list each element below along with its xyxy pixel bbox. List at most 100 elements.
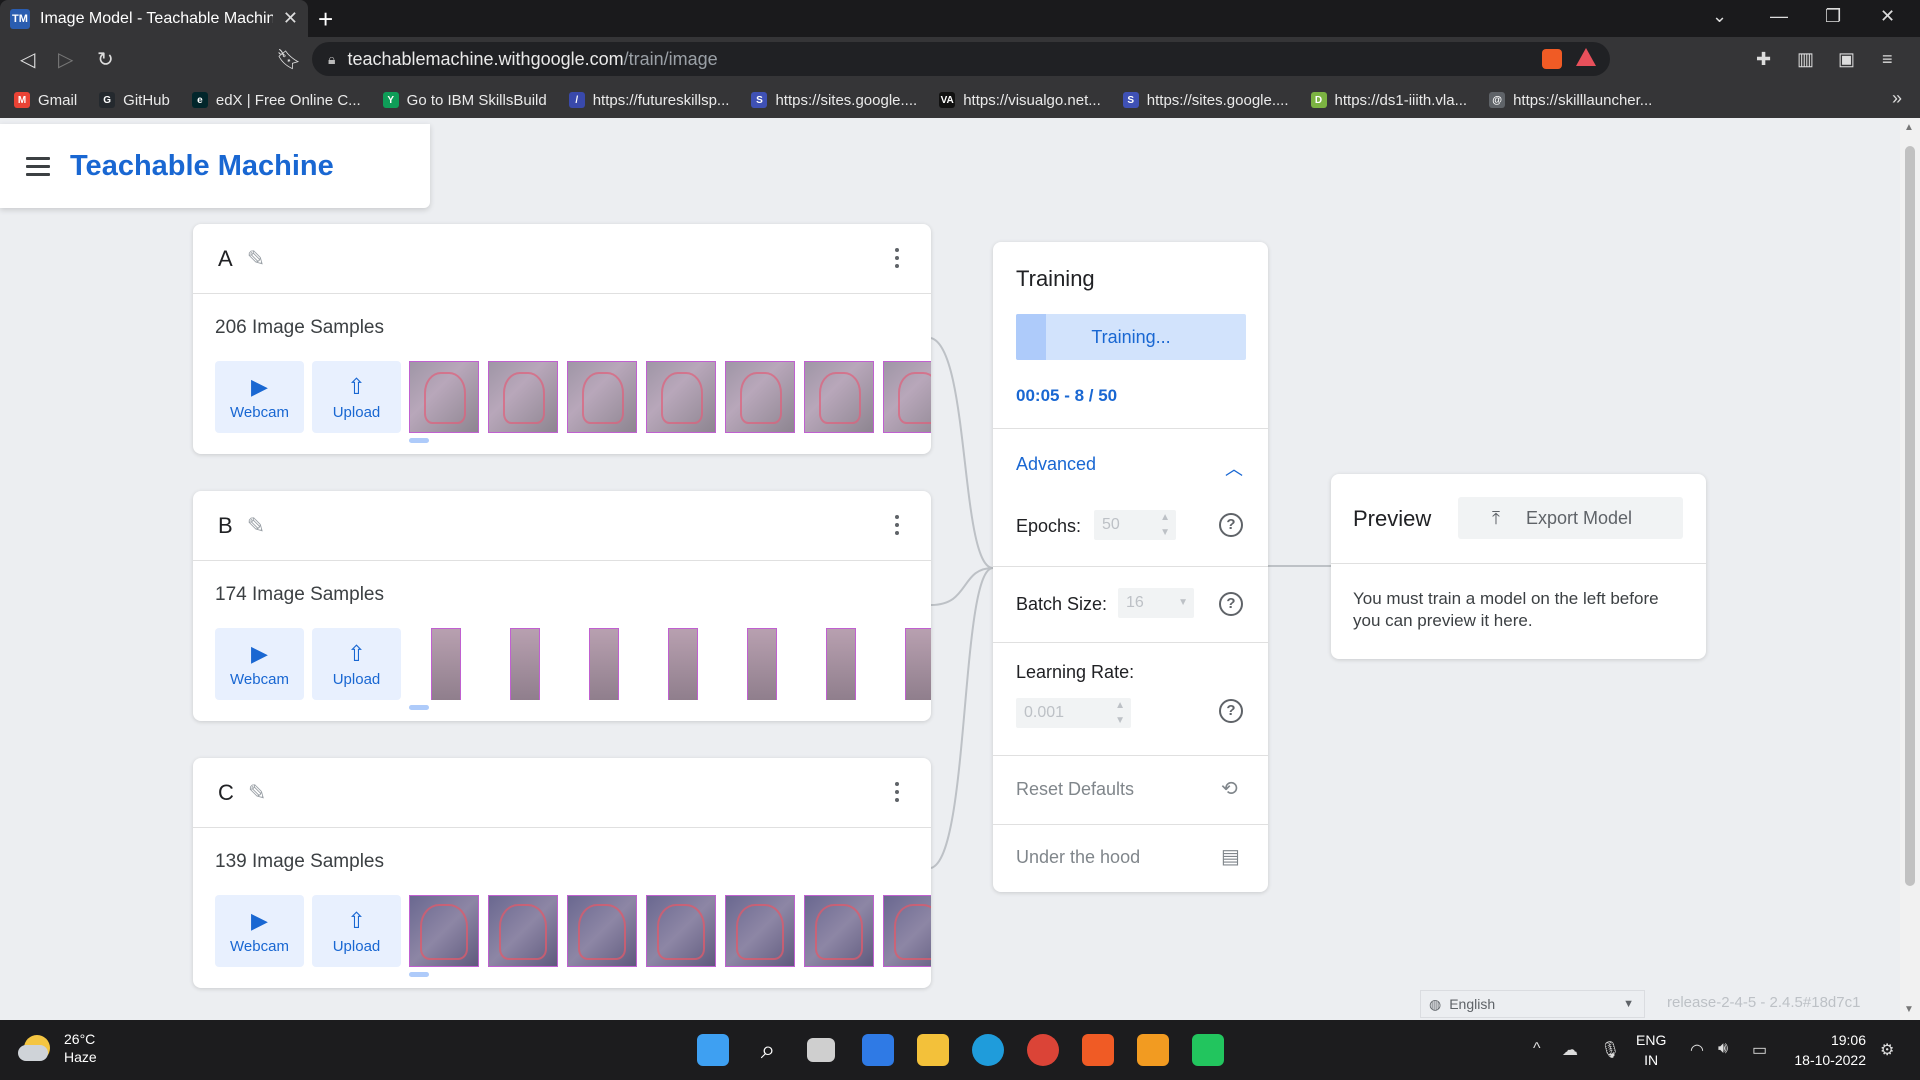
sample-thumbnail[interactable] <box>883 895 931 967</box>
train-model-button[interactable]: Training... <box>1016 314 1246 360</box>
stepper-icon[interactable]: ▲ ▼ <box>1115 698 1125 728</box>
sample-thumbnails[interactable] <box>409 895 931 967</box>
batch-size-select[interactable]: 16 ▼ <box>1118 588 1194 618</box>
tab-search-icon[interactable]: ⌄ <box>1712 6 1727 27</box>
export-model-button[interactable]: ⤒ Export Model <box>1458 497 1683 539</box>
microphone-icon[interactable]: 🎙︎ <box>1600 1040 1620 1060</box>
thumbnail-scroll-indicator[interactable] <box>409 438 429 443</box>
new-tab-icon[interactable]: + <box>318 4 333 35</box>
task-view-icon[interactable] <box>807 1038 835 1062</box>
sample-thumbnail[interactable] <box>488 895 558 967</box>
sample-thumbnail[interactable] <box>883 628 931 700</box>
show-hidden-icons-icon[interactable]: ^ <box>1533 1040 1541 1058</box>
forward-icon[interactable]: ▷ <box>58 47 73 72</box>
sample-thumbnail[interactable] <box>409 895 479 967</box>
advanced-toggle[interactable]: Advanced <box>1016 454 1096 475</box>
bookmark-item[interactable]: @ https://skilllauncher... <box>1489 92 1652 109</box>
edge-icon[interactable] <box>972 1034 1004 1066</box>
address-bar[interactable]: 🔒︎ teachablemachine.withgoogle.com/train… <box>312 42 1610 76</box>
sample-thumbnail[interactable] <box>804 361 874 433</box>
scrollbar-thumb[interactable] <box>1905 146 1915 886</box>
bookmark-item[interactable]: Shttps://sites.google.... <box>751 92 917 109</box>
brave-rewards-icon[interactable] <box>1576 48 1596 66</box>
app-title[interactable]: Teachable Machine <box>70 150 334 183</box>
bookmark-item[interactable]: VA https://visualgo.net... <box>939 92 1101 109</box>
scroll-down-icon[interactable]: ▼ <box>1904 1004 1914 1015</box>
chrome-icon[interactable] <box>1027 1034 1059 1066</box>
sample-thumbnail[interactable] <box>646 895 716 967</box>
reset-defaults-button[interactable]: Reset Defaults <box>1016 779 1134 800</box>
onedrive-icon[interactable]: ☁ <box>1562 1040 1578 1060</box>
edit-pencil-icon[interactable]: ✎ <box>247 246 265 272</box>
extensions-icon[interactable]: ✚ <box>1756 49 1771 70</box>
hamburger-menu-icon[interactable] <box>26 156 50 176</box>
webcam-button[interactable]: ▶︎ Webcam <box>215 895 304 967</box>
class-name[interactable]: B <box>218 513 233 539</box>
thumbnail-scroll-indicator[interactable] <box>409 972 429 977</box>
thumbnail-scroll-indicator[interactable] <box>409 705 429 710</box>
reload-icon[interactable]: ↻ <box>97 47 114 72</box>
sample-thumbnail[interactable] <box>567 895 637 967</box>
language-select[interactable]: ◍ English ▼ <box>1420 990 1645 1018</box>
learning-rate-help-icon[interactable]: ? <box>1219 699 1243 723</box>
webcam-button[interactable]: ▶︎ Webcam <box>215 361 304 433</box>
brave-shields-icon[interactable] <box>1542 49 1562 69</box>
close-tab-icon[interactable]: ✕ <box>283 8 298 29</box>
sample-thumbnail[interactable] <box>488 361 558 433</box>
upload-button[interactable]: ⇧ Upload <box>312 895 401 967</box>
sample-thumbnail[interactable] <box>646 361 716 433</box>
scroll-up-icon[interactable]: ▲ <box>1904 122 1914 133</box>
chevron-up-icon[interactable]: ︿ <box>1225 455 1243 481</box>
sample-thumbnail[interactable] <box>804 628 874 700</box>
sample-thumbnail[interactable] <box>488 628 558 700</box>
epochs-help-icon[interactable]: ? <box>1219 513 1243 537</box>
bookmark-item[interactable]: Dhttps://ds1-iiith.vla... <box>1310 92 1467 109</box>
weather-widget[interactable]: 26°C Haze <box>18 1030 97 1066</box>
sample-thumbnails[interactable] <box>409 361 931 433</box>
sample-thumbnail[interactable] <box>725 895 795 967</box>
bookmark-item[interactable]: M Gmail <box>14 92 77 109</box>
restore-icon[interactable]: ❐ <box>1825 6 1841 27</box>
more-options-icon[interactable] <box>895 515 899 535</box>
bookmark-item[interactable]: / https://futureskillsp... <box>568 92 729 109</box>
sample-thumbnail[interactable] <box>883 361 931 433</box>
upload-button[interactable]: ⇧ Upload <box>312 628 401 700</box>
page-scrollbar[interactable]: ▲ ▼ <box>1900 118 1920 1020</box>
store-icon[interactable] <box>862 1034 894 1066</box>
start-windows-icon[interactable] <box>697 1034 729 1066</box>
browser-tab[interactable]: TM Image Model - Teachable Machin ✕ <box>0 0 308 37</box>
batch-size-help-icon[interactable]: ? <box>1219 592 1243 616</box>
bookmark-icon[interactable]: 🔖︎ <box>276 47 301 72</box>
class-name[interactable]: A <box>218 246 233 272</box>
input-language[interactable]: ENG IN <box>1636 1030 1666 1070</box>
learning-rate-input[interactable]: 0.001 ▲ ▼ <box>1016 698 1131 728</box>
wifi-icon[interactable]: ◠ <box>1690 1040 1704 1060</box>
pycharm-icon[interactable] <box>1192 1034 1224 1066</box>
class-name[interactable]: C <box>218 780 234 806</box>
menu-icon[interactable]: ≡ <box>1882 49 1893 70</box>
more-bookmarks-icon[interactable]: » <box>1892 88 1902 109</box>
sidebar-icon[interactable]: ▥ <box>1797 49 1814 70</box>
sample-thumbnail[interactable] <box>409 361 479 433</box>
webcam-button[interactable]: ▶︎ Webcam <box>215 628 304 700</box>
sample-thumbnail[interactable] <box>567 628 637 700</box>
file-explorer-icon[interactable] <box>917 1034 949 1066</box>
battery-icon[interactable]: ▭ <box>1752 1040 1767 1060</box>
search-icon[interactable]: ⌕ <box>752 1034 784 1066</box>
bar-chart-icon[interactable]: ▤ <box>1221 844 1240 869</box>
bookmark-item[interactable]: G GitHub <box>99 92 170 109</box>
history-icon[interactable]: ⟲ <box>1221 776 1238 801</box>
sample-thumbnails[interactable] <box>409 628 931 700</box>
edit-pencil-icon[interactable]: ✎ <box>248 780 266 806</box>
edit-pencil-icon[interactable]: ✎ <box>247 513 265 539</box>
sample-thumbnail[interactable] <box>804 895 874 967</box>
upload-button[interactable]: ⇧ Upload <box>312 361 401 433</box>
back-icon[interactable]: ◁ <box>20 47 35 72</box>
minimize-icon[interactable]: — <box>1770 6 1788 27</box>
bookmark-item[interactable]: e edX | Free Online C... <box>191 92 361 109</box>
sample-thumbnail[interactable] <box>567 361 637 433</box>
sublime-text-icon[interactable] <box>1137 1034 1169 1066</box>
epochs-input[interactable]: 50 ▲ ▼ <box>1094 510 1176 540</box>
sample-thumbnail[interactable] <box>725 628 795 700</box>
bookmark-item[interactable]: Shttps://sites.google.... <box>1122 92 1289 109</box>
